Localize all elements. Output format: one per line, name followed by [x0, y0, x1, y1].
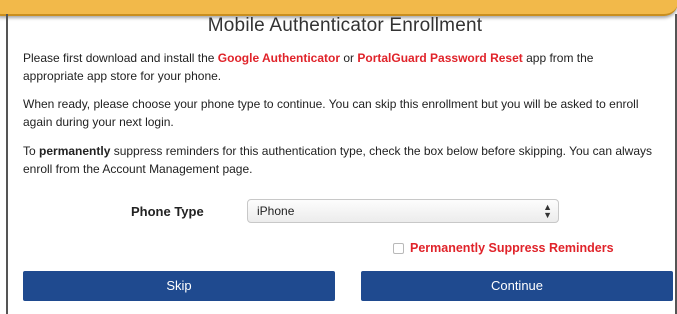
enrollment-dialog: Mobile Authenticator Enrollment Please f…: [0, 0, 677, 311]
suppress-text-post: suppress reminders for this authenticati…: [23, 144, 653, 176]
suppress-text-strong: permanently: [39, 144, 111, 158]
phone-type-select[interactable]: iPhone ▲ ▼: [247, 199, 559, 223]
phone-type-selected-value: iPhone: [257, 204, 295, 218]
suppress-reminders-label[interactable]: Permanently Suppress Reminders: [410, 241, 614, 255]
suppress-instructions: To permanently suppress reminders for th…: [23, 142, 653, 178]
portalguard-password-reset-link[interactable]: PortalGuard Password Reset: [357, 51, 522, 65]
suppress-reminders-checkbox[interactable]: [393, 242, 404, 254]
suppress-reminders-option[interactable]: Permanently Suppress Reminders: [393, 241, 614, 255]
download-instructions: Please first download and install the Go…: [23, 49, 653, 85]
google-authenticator-link[interactable]: Google Authenticator: [218, 51, 340, 65]
select-updown-icon: ▲ ▼: [543, 202, 552, 220]
continue-button[interactable]: Continue: [361, 271, 673, 301]
phone-type-instructions: When ready, please choose your phone typ…: [23, 97, 639, 129]
skip-button[interactable]: Skip: [23, 271, 335, 301]
phone-type-label: Phone Type: [131, 204, 204, 219]
download-text-mid: or: [340, 51, 358, 65]
suppress-text-pre: To: [23, 144, 40, 158]
dialog-title: Mobile Authenticator Enrollment: [207, 15, 483, 36]
download-text-pre: Please first download and install the: [23, 51, 218, 65]
